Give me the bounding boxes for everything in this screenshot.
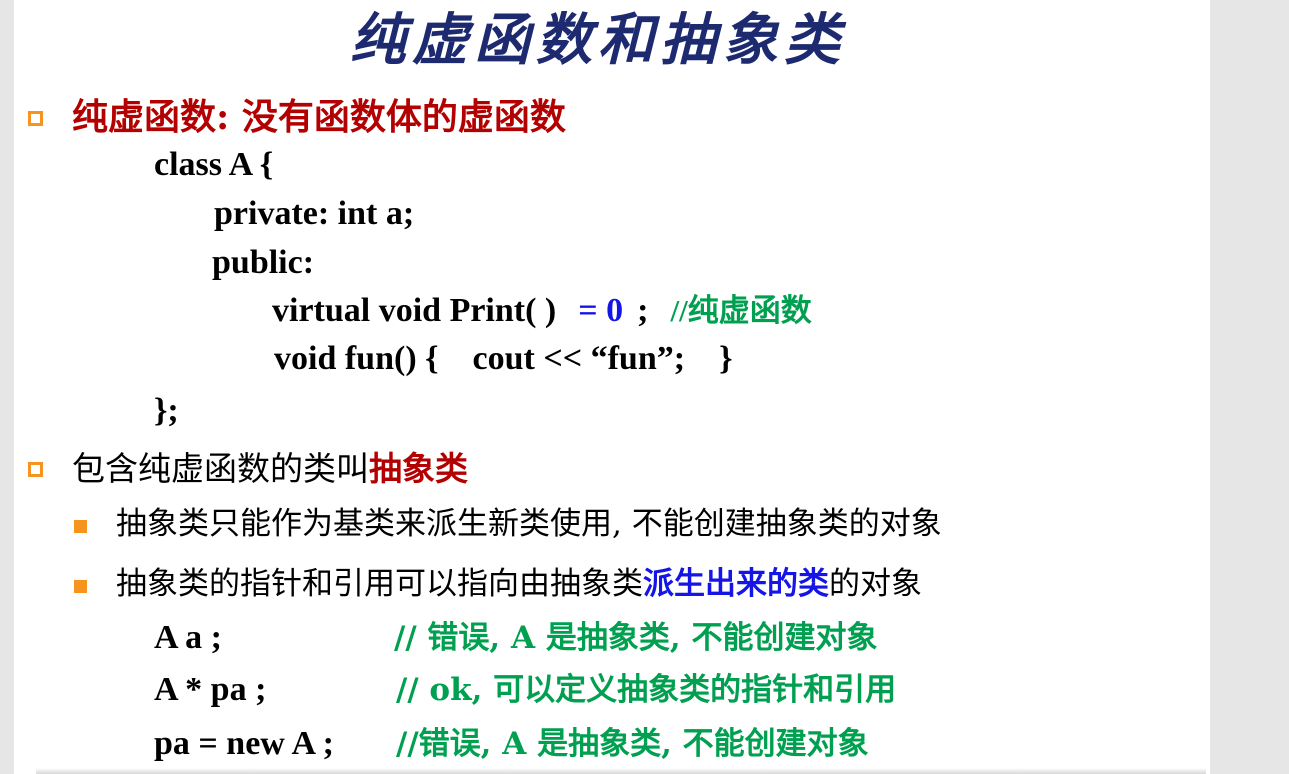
code-comment-pure-virtual: //纯虚函数 (670, 293, 812, 328)
slide-bottom-shadow (36, 768, 1206, 774)
example-1-code: A a ; (154, 619, 222, 656)
filled-square-bullet-icon (74, 580, 87, 593)
code-line-public: public: (212, 244, 315, 281)
hollow-square-bullet-icon (28, 462, 43, 477)
point2-prefix: 包含纯虚函数的类叫 (72, 449, 369, 488)
code-line-close: }; (154, 392, 179, 429)
code-line-private: private: int a; (214, 195, 415, 232)
example-2-comment: // ok, 可以定义抽象类的指针和引用 (396, 672, 897, 708)
point1-heading: 纯虚函数: 没有函数体的虚函数 (72, 96, 566, 138)
code-virtual-decl: virtual void Print( ) (272, 292, 557, 329)
slide-title: 纯虚函数和抽象类 (350, 7, 846, 73)
code-line-fun: void fun() { cout << “fun”; } (274, 340, 733, 377)
code-semicolon: ; (637, 292, 649, 329)
filled-square-bullet-icon (74, 520, 87, 533)
code-pure-specifier: = 0 (578, 292, 624, 329)
point2-text: 包含纯虚函数的类叫抽象类 (72, 446, 468, 492)
sub-bullet-2-text: 抽象类的指针和引用可以指向由抽象类派生出来的类的对象 (116, 562, 922, 606)
example-1-comment: // 错误, A 是抽象类, 不能创建对象 (394, 620, 878, 656)
hollow-square-bullet-icon (28, 111, 43, 126)
sub-bullet-1-text: 抽象类只能作为基类来派生新类使用, 不能创建抽象类的对象 (116, 506, 942, 542)
code-line-class-decl: class A { (154, 146, 274, 183)
example-3-comment: //错误, A 是抽象类, 不能创建对象 (396, 726, 869, 762)
slide: 纯虚函数和抽象类 纯虚函数: 没有函数体的虚函数 class A { priva… (14, 0, 1210, 774)
sub-bullet-2-suffix: 的对象 (829, 566, 922, 602)
code-line-virtual: virtual void Print( ) = 0; //纯虚函数 (272, 289, 812, 333)
sub-bullet-2-highlight: 派生出来的类 (643, 566, 829, 602)
example-2-code: A * pa ; (154, 671, 267, 708)
example-3-code: pa = new A ; (154, 725, 334, 762)
point2-highlight: 抽象类 (369, 449, 468, 488)
sub-bullet-2-prefix: 抽象类的指针和引用可以指向由抽象类 (116, 566, 643, 602)
